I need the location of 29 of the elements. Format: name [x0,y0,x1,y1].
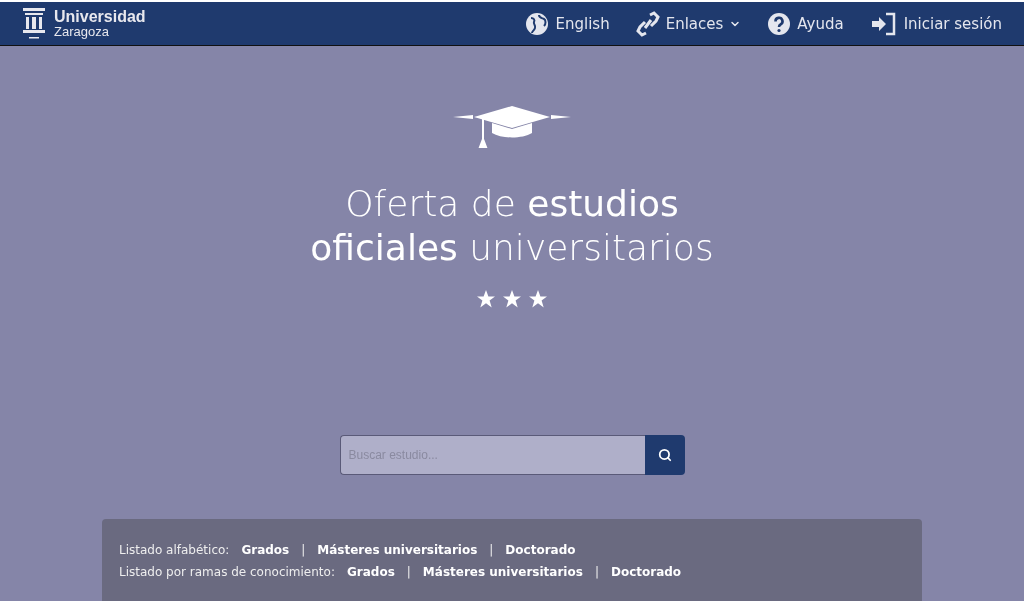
university-city: Zaragoza [54,25,110,38]
star-icon [502,290,522,309]
listing-link[interactable]: Grados [241,543,290,557]
listing-link[interactable]: Doctorado [505,543,576,557]
search-icon [657,448,672,462]
help-icon [767,11,792,36]
listing-link[interactable]: Doctorado [610,565,682,579]
separator: | [489,543,494,557]
login-icon [869,11,898,36]
nav-link[interactable]: Iniciar sesión [869,11,1002,36]
page-title: Oferta de estudios oficiales universitarios [310,182,714,270]
nav-link[interactable]: Enlaces [635,10,742,37]
separator: | [594,565,599,579]
listing-link[interactable]: Grados [346,565,395,579]
separator: | [301,543,306,557]
listing-label: Listado por ramas de conocimiento: [119,565,335,579]
university-building-icon [22,5,46,42]
link-icon [635,10,660,37]
nav-link[interactable]: Ayuda [767,11,844,36]
listing-link[interactable]: Másteres universitarios [422,565,583,579]
star-icon [476,290,496,309]
listing-link[interactable]: Másteres universitarios [317,543,478,557]
star-icon [528,290,548,309]
separator: | [406,565,411,579]
listing-label: Listado alfabético: [119,543,230,557]
search-button[interactable] [644,435,685,475]
nav-link[interactable]: English [525,11,610,36]
globe-icon [525,11,550,36]
university-name: Universidad [54,9,146,25]
